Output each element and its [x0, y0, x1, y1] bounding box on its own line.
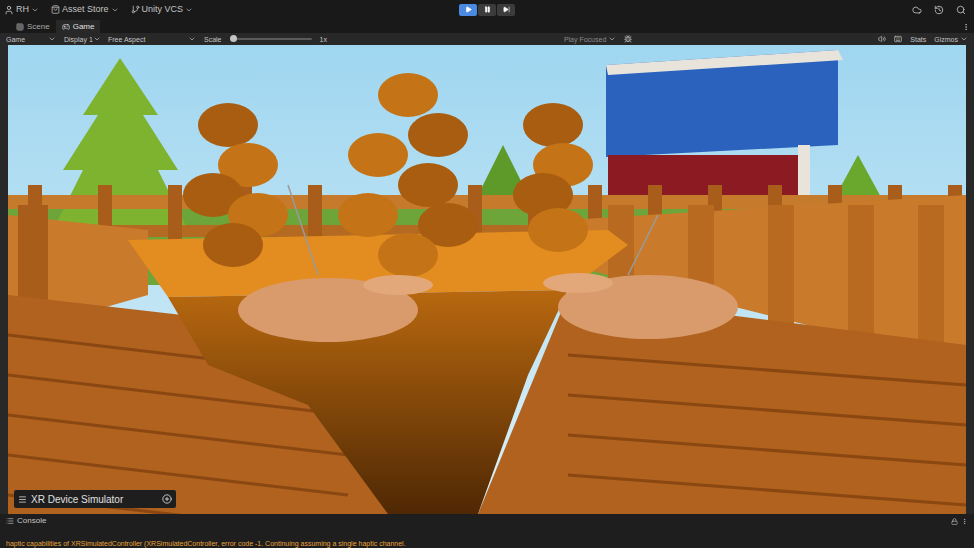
- console-icon: [6, 517, 14, 525]
- vcs-button[interactable]: Unity VCS: [131, 5, 194, 14]
- tab[interactable]: Game: [56, 20, 101, 33]
- search-icon[interactable]: [956, 5, 966, 15]
- account-icon: [4, 5, 14, 15]
- scale-slider[interactable]: [230, 38, 312, 40]
- pause-icon: [484, 6, 491, 13]
- tab[interactable]: Scene: [10, 20, 56, 33]
- tab-icon: [62, 23, 70, 31]
- step-button[interactable]: [497, 4, 515, 16]
- console-message[interactable]: haptic capabilities of XRSimulatedContro…: [6, 540, 406, 547]
- dropdown-arrow-icon: [93, 35, 101, 43]
- dropdown-arrow-icon: [31, 6, 39, 14]
- console-body: haptic capabilities of XRSimulatedContro…: [0, 528, 974, 548]
- left-hand-icon: [238, 275, 433, 342]
- dropdown-arrow-icon: [960, 35, 968, 43]
- dropdown-arrow-icon: [608, 35, 616, 43]
- pause-button[interactable]: [478, 4, 496, 16]
- inspector-edge: [966, 45, 974, 514]
- gizmos-dropdown[interactable]: Gizmos: [934, 35, 968, 43]
- main-area: XR Device Simulator: [0, 45, 974, 514]
- xr-simulator-overlay[interactable]: XR Device Simulator: [14, 490, 176, 508]
- more-icon[interactable]: [961, 518, 968, 525]
- dropdown-arrow-icon: [111, 6, 119, 14]
- stats-button[interactable]: Stats: [910, 36, 926, 43]
- lock-icon[interactable]: [951, 518, 958, 525]
- more-icon[interactable]: [962, 23, 970, 31]
- top-bar: RH Asset Store Unity VCS: [0, 0, 974, 19]
- game-view[interactable]: XR Device Simulator: [8, 45, 966, 514]
- speaker-icon[interactable]: [878, 35, 886, 43]
- scale-handle[interactable]: [230, 35, 237, 42]
- cloud-icon[interactable]: [912, 5, 922, 15]
- keyboard-icon[interactable]: [894, 35, 902, 43]
- history-icon[interactable]: [934, 5, 944, 15]
- scale-label: Scale: [204, 36, 222, 43]
- console-header: Console: [0, 514, 974, 528]
- asset-store-button[interactable]: Asset Store: [51, 5, 119, 14]
- tab-icon: [16, 23, 24, 31]
- drag-handle-icon[interactable]: [18, 495, 27, 504]
- expand-icon[interactable]: [162, 494, 172, 504]
- tab-bar: SceneGame: [0, 19, 974, 33]
- play-button[interactable]: [459, 4, 477, 16]
- bag-icon: [51, 5, 60, 14]
- game-toolbar: Game Display 1 Free Aspect Scale 1x Play Focu…: [0, 33, 974, 45]
- display-dropdown[interactable]: Display 1: [64, 35, 100, 43]
- play-icon: [465, 6, 472, 13]
- account-button[interactable]: RH: [4, 5, 39, 15]
- dropdown-arrow-icon: [185, 6, 193, 14]
- play-mode-dropdown[interactable]: Play Focused: [564, 35, 616, 43]
- aspect-dropdown[interactable]: Free Aspect: [108, 35, 196, 43]
- hierarchy-edge: [0, 45, 8, 514]
- right-hand-icon: [543, 273, 738, 339]
- scale-value: 1x: [320, 36, 327, 43]
- play-controls: [326, 4, 648, 16]
- unity-editor: RHAsset StoreUnity VCSSceneGameGameDispl…: [0, 0, 974, 548]
- game-scene[interactable]: [8, 45, 966, 514]
- dropdown-arrow-icon: [48, 35, 56, 43]
- step-icon: [503, 6, 510, 13]
- branch-icon: [131, 5, 140, 14]
- bug-icon[interactable]: [624, 35, 632, 43]
- dropdown-arrow-icon: [188, 35, 196, 43]
- view-dropdown[interactable]: Game: [6, 35, 56, 43]
